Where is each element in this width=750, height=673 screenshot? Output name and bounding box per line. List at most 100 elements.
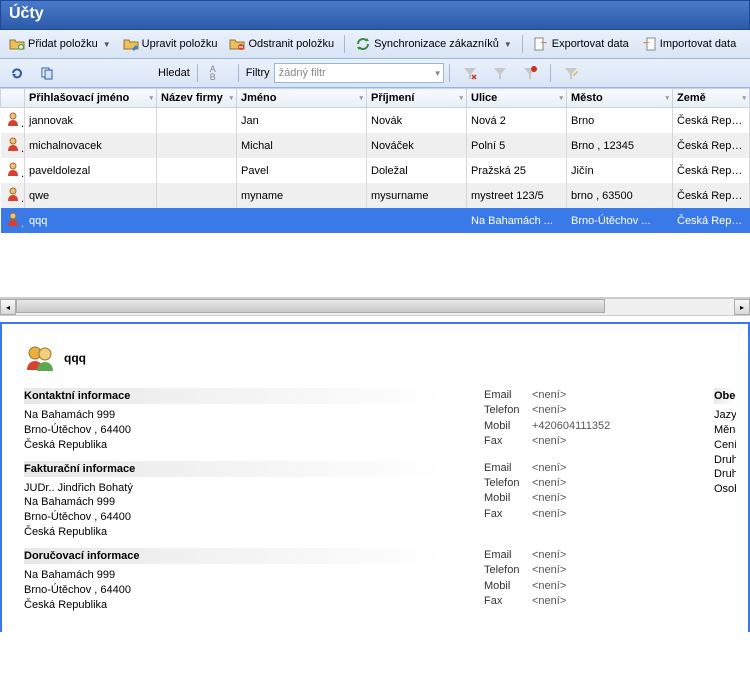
- export-data-button[interactable]: Exportovat data: [528, 33, 634, 55]
- cell-first: Michal: [237, 133, 367, 158]
- contact-info-heading: Kontaktní informace: [24, 388, 444, 404]
- address-line: Na Bahamách 999: [24, 408, 131, 423]
- cell-street: Polní 5: [467, 133, 567, 158]
- row-icon: [1, 108, 25, 134]
- scroll-thumb[interactable]: [16, 299, 605, 313]
- window-title: Účty: [0, 0, 750, 30]
- cell-last: Doležal: [367, 158, 467, 183]
- value-email: <není>: [532, 548, 566, 563]
- label-phone: Telefon: [484, 403, 526, 418]
- column-header-country[interactable]: Země▾: [673, 89, 750, 108]
- folder-edit-icon: [123, 36, 139, 52]
- column-header-street[interactable]: Ulice▾: [467, 89, 567, 108]
- address-line: Na Bahamách 999: [24, 495, 444, 510]
- cell-city: Brno , 12345: [567, 133, 673, 158]
- horizontal-scrollbar[interactable]: ◂ ▸: [0, 298, 750, 316]
- sort-az-button[interactable]: AB: [205, 62, 231, 84]
- label-mobile: Mobil: [484, 419, 526, 434]
- cell-login: qwe: [25, 183, 157, 208]
- main-toolbar: Přidat položku ▼ Upravit položku Odstran…: [0, 30, 750, 59]
- filter-toolbar: Hledat AB Filtry ▼: [0, 59, 750, 88]
- column-header-firstname[interactable]: Jméno▾: [237, 89, 367, 108]
- general-heading: Obecn: [714, 388, 736, 404]
- folder-remove-icon: [229, 36, 245, 52]
- value-email: <není>: [532, 388, 566, 403]
- edit-item-button[interactable]: Upravit položku: [118, 33, 223, 55]
- address-line: Česká Republika: [24, 438, 131, 453]
- label-mobile: Mobil: [484, 491, 526, 506]
- column-header-icon[interactable]: [1, 89, 25, 108]
- add-item-button[interactable]: Přidat položku ▼: [4, 33, 116, 55]
- column-header-city[interactable]: Město▾: [567, 89, 673, 108]
- label-email: Email: [484, 461, 526, 476]
- cell-first: Jan: [237, 108, 367, 134]
- scroll-track[interactable]: [16, 299, 734, 315]
- dropdown-arrow-icon: ▼: [103, 40, 111, 49]
- cell-first: myname: [237, 183, 367, 208]
- side-item: Druh p: [714, 453, 736, 468]
- import-icon: [641, 36, 657, 52]
- folder-add-icon: [9, 36, 25, 52]
- cell-last: Novák: [367, 108, 467, 134]
- import-data-button[interactable]: Importovat data: [636, 33, 741, 55]
- cell-country: Česká Republik: [673, 208, 750, 233]
- side-item: Jazyk: [714, 408, 736, 423]
- label-email: Email: [484, 388, 526, 403]
- cell-city: Brno-Útěchov ...: [567, 208, 673, 233]
- separator: [344, 35, 345, 53]
- side-item: Druh o: [714, 467, 736, 482]
- cell-login: michalnovacek: [25, 133, 157, 158]
- accounts-table: Přihlašovací jméno▾ Název firmy▾ Jméno▾ …: [0, 88, 750, 233]
- cell-last: mysurname: [367, 183, 467, 208]
- sync-customers-button[interactable]: Synchronizace zákazníků ▼: [350, 33, 517, 55]
- separator: [449, 64, 450, 82]
- column-header-lastname[interactable]: Příjmení▾: [367, 89, 467, 108]
- label-fax: Fax: [484, 434, 526, 449]
- column-header-company[interactable]: Název firmy▾: [157, 89, 237, 108]
- filters-label: Filtry: [246, 67, 270, 79]
- address-line: Na Bahamách 999: [24, 568, 444, 583]
- funnel-edit-button[interactable]: [558, 62, 584, 84]
- table-row[interactable]: qqq Na Bahamách ...Brno-Útěchov ...Česká …: [1, 208, 750, 233]
- scroll-right-arrow[interactable]: ▸: [734, 299, 750, 315]
- cell-city: Brno: [567, 108, 673, 134]
- separator: [197, 64, 198, 82]
- value-phone: <není>: [532, 403, 566, 418]
- value-mobile: +420604111352: [532, 419, 610, 434]
- row-icon: [1, 183, 25, 208]
- table-row[interactable]: michalnovacekMichalNováčekPolní 5Brno , …: [1, 133, 750, 158]
- row-icon: [1, 133, 25, 158]
- dropdown-arrow-icon: ▼: [504, 40, 512, 49]
- cell-company: [157, 158, 237, 183]
- scroll-left-arrow[interactable]: ◂: [0, 299, 16, 315]
- side-item: Měna: [714, 423, 736, 438]
- funnel-remove-button[interactable]: [517, 62, 543, 84]
- label-fax: Fax: [484, 507, 526, 522]
- cell-login: paveldolezal: [25, 158, 157, 183]
- cell-street: Na Bahamách ...: [467, 208, 567, 233]
- address-line: JUDr.. Jindřich Bohatý: [24, 481, 444, 496]
- address-line: Česká Republika: [24, 598, 444, 613]
- funnel-button[interactable]: [487, 62, 513, 84]
- funnel-clear-icon: [462, 65, 478, 81]
- funnel-clear-button[interactable]: [457, 62, 483, 84]
- label-email: Email: [484, 548, 526, 563]
- label-phone: Telefon: [484, 563, 526, 578]
- table-row[interactable]: qwemynamemysurnamemystreet 123/5brno , 6…: [1, 183, 750, 208]
- cell-country: Česká Republika: [673, 158, 750, 183]
- table-row[interactable]: paveldolezalPavelDoležalPražská 25JičínČ…: [1, 158, 750, 183]
- sync-icon: [355, 36, 371, 52]
- funnel-icon: [492, 65, 508, 81]
- column-header-login[interactable]: Přihlašovací jméno▾: [25, 89, 157, 108]
- table-header-row: Přihlašovací jméno▾ Název firmy▾ Jméno▾ …: [1, 89, 750, 108]
- cell-login: jannovak: [25, 108, 157, 134]
- value-mobile: <není>: [532, 491, 566, 506]
- refresh-button[interactable]: [4, 62, 30, 84]
- remove-item-button[interactable]: Odstranit položku: [224, 33, 339, 55]
- table-row[interactable]: jannovakJanNovákNová 2BrnoČeská Republik…: [1, 108, 750, 134]
- people-icon: [24, 342, 56, 374]
- value-fax: <není>: [532, 594, 566, 609]
- filter-input[interactable]: [274, 63, 444, 83]
- clone-button[interactable]: [34, 62, 60, 84]
- cell-login: qqq: [25, 208, 157, 233]
